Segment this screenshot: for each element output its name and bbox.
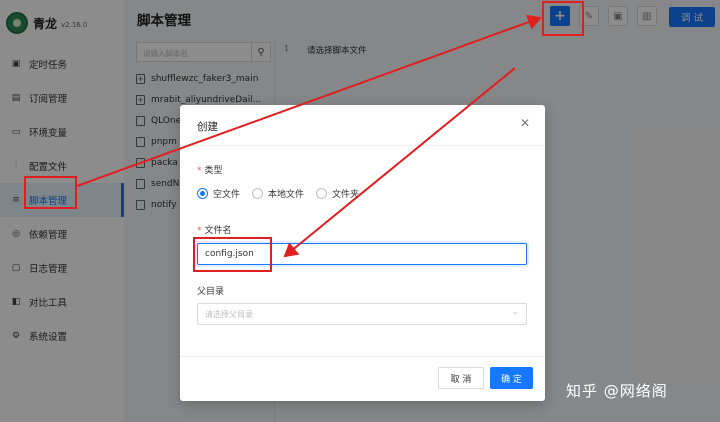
type-label: * 类型: [197, 166, 223, 176]
annotation-box-sidebar: [24, 176, 77, 209]
radio-label: 文件夹: [332, 190, 360, 200]
annotation-box-add: [542, 1, 584, 36]
type-radio-group: 空文件 本地文件 文件夹: [197, 187, 371, 200]
watermark: 知乎 @网络阁: [566, 382, 668, 400]
divider: [180, 356, 545, 357]
divider: [180, 145, 545, 146]
parent-dir-label: 父目录: [197, 287, 225, 297]
app-window: 青龙 v2.16.0 ▣ 定时任务 ▤ 订阅管理 ▭ 环境变量 ⫶ 配置文件 ≡: [0, 0, 720, 422]
annotation-box-filename: [193, 237, 272, 272]
radio-label: 空文件: [213, 190, 241, 200]
cancel-button[interactable]: 取 消: [438, 367, 484, 389]
filename-label: * 文件名: [197, 226, 232, 236]
radio-empty-file[interactable]: [197, 188, 208, 199]
chevron-down-icon: ⌄: [512, 307, 519, 316]
radio-folder[interactable]: [316, 188, 328, 199]
close-icon[interactable]: ✕: [520, 116, 530, 130]
required-mark: *: [197, 166, 202, 176]
dialog-title: 创建: [197, 121, 218, 133]
parent-dir-select[interactable]: 请选择父目录: [197, 303, 527, 325]
required-mark: *: [197, 226, 202, 236]
confirm-button[interactable]: 确 定: [490, 367, 533, 389]
radio-local-file[interactable]: [252, 188, 264, 199]
radio-label: 本地文件: [268, 190, 305, 200]
